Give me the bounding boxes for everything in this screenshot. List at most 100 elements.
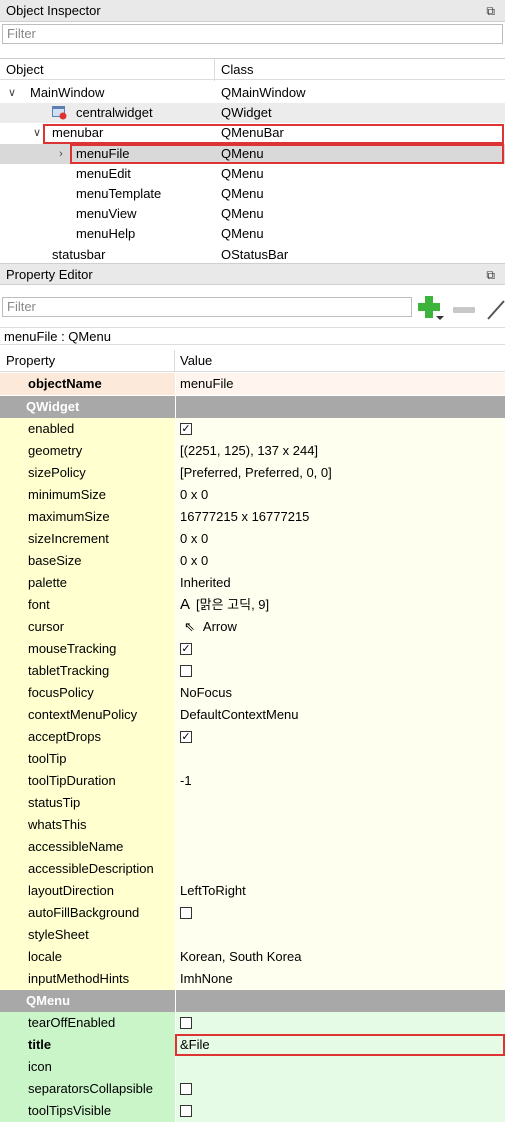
tree-row-mainwindow[interactable]: ∨ MainWindow QMainWindow xyxy=(0,83,505,103)
property-value[interactable] xyxy=(175,924,505,946)
prop-row-font[interactable]: ›fontA[맑은 고딕, 9] xyxy=(0,594,505,616)
prop-row-icon[interactable]: ›icon xyxy=(0,1056,505,1078)
property-name: whatsThis xyxy=(0,814,175,836)
prop-row-tooltip[interactable]: ›toolTip xyxy=(0,748,505,770)
prop-row-tooltipsvisible[interactable]: toolTipsVisible xyxy=(0,1100,505,1122)
property-value[interactable] xyxy=(175,792,505,814)
property-value[interactable]: ✓ xyxy=(175,638,505,660)
prop-row-separatorscollapsible[interactable]: separatorsCollapsible xyxy=(0,1078,505,1100)
property-value[interactable] xyxy=(175,902,505,924)
property-value[interactable] xyxy=(175,748,505,770)
prop-row-tablettracking[interactable]: tabletTracking xyxy=(0,660,505,682)
object-tree-header: Object Class xyxy=(0,58,505,81)
property-name: contextMenuPolicy xyxy=(0,704,175,726)
property-value[interactable]: 0 x 0 xyxy=(175,550,505,572)
property-value[interactable]: 0 x 0 xyxy=(175,528,505,550)
property-value[interactable]: 0 x 0 xyxy=(175,484,505,506)
prop-row-enabled[interactable]: enabled ✓ xyxy=(0,418,505,440)
checkbox-checked-icon[interactable]: ✓ xyxy=(180,642,192,655)
prop-row-tearoffenabled[interactable]: tearOffEnabled xyxy=(0,1012,505,1034)
property-value[interactable]: [(2251, 125), 137 x 244] xyxy=(175,440,505,462)
tree-row-menuedit[interactable]: menuEdit QMenu xyxy=(0,164,505,184)
property-value[interactable] xyxy=(175,1078,505,1100)
tree-row-statusbar[interactable]: statusbar QStatusBar xyxy=(0,245,505,259)
col-property-header[interactable]: Property xyxy=(6,350,55,372)
property-value[interactable]: NoFocus xyxy=(175,682,505,704)
property-value[interactable]: -1 xyxy=(175,770,505,792)
property-value[interactable] xyxy=(175,1056,505,1078)
property-value[interactable] xyxy=(175,814,505,836)
prop-row-autofillbackground[interactable]: autoFillBackground xyxy=(0,902,505,924)
prop-row-tooltipduration[interactable]: toolTipDuration -1 xyxy=(0,770,505,792)
add-property-button[interactable] xyxy=(416,294,446,322)
prop-row-objectname[interactable]: objectName menuFile xyxy=(0,373,505,395)
prop-row-accessibledescription[interactable]: ›accessibleDescription xyxy=(0,858,505,880)
property-value[interactable]: 16777215 x 16777215 xyxy=(175,506,505,528)
prop-row-layoutdirection[interactable]: layoutDirection LeftToRight xyxy=(0,880,505,902)
wrench-icon[interactable] xyxy=(484,297,505,321)
prop-row-geometry[interactable]: ›geometry[(2251, 125), 137 x 244] xyxy=(0,440,505,462)
checkbox-icon[interactable] xyxy=(180,664,192,677)
property-value[interactable]: ImhNone xyxy=(175,968,505,990)
property-value[interactable]: ✓ xyxy=(175,418,505,440)
property-value[interactable]: [Preferred, Preferred, 0, 0] xyxy=(175,462,505,484)
checkbox-icon[interactable] xyxy=(180,1082,192,1095)
prop-row-inputmethodhints[interactable]: ›inputMethodHintsImhNone xyxy=(0,968,505,990)
prop-row-sizepolicy[interactable]: ›sizePolicy[Preferred, Preferred, 0, 0] xyxy=(0,462,505,484)
object-filter-input[interactable]: Filter xyxy=(2,24,503,44)
prop-row-minimumsize[interactable]: ›minimumSize0 x 0 xyxy=(0,484,505,506)
chevron-down-icon[interactable]: ∨ xyxy=(30,123,44,143)
tree-row-menuview[interactable]: menuView QMenu xyxy=(0,204,505,224)
tree-row-menutemplate[interactable]: menuTemplate QMenu xyxy=(0,184,505,204)
property-value[interactable]: ✓ xyxy=(175,726,505,748)
prop-row-focuspolicy[interactable]: focusPolicy NoFocus xyxy=(0,682,505,704)
prop-row-statustip[interactable]: ›statusTip xyxy=(0,792,505,814)
property-value[interactable] xyxy=(175,1012,505,1034)
checkbox-checked-icon[interactable]: ✓ xyxy=(180,422,192,435)
col-value-header[interactable]: Value xyxy=(180,350,212,372)
undock-icon[interactable]: ⧉ xyxy=(486,0,495,22)
prop-row-whatsthis[interactable]: ›whatsThis xyxy=(0,814,505,836)
property-value[interactable]: A [맑은 고딕, 9] xyxy=(175,594,505,616)
prop-row-palette[interactable]: palette Inherited xyxy=(0,572,505,594)
prop-row-locale[interactable]: ›localeKorean, South Korea xyxy=(0,946,505,968)
tree-row-centralwidget[interactable]: centralwidget QWidget xyxy=(0,103,505,123)
prop-row-sizeincrement[interactable]: ›sizeIncrement0 x 0 xyxy=(0,528,505,550)
property-value[interactable] xyxy=(175,836,505,858)
tree-row-menuhelp[interactable]: menuHelp QMenu xyxy=(0,224,505,244)
property-filter-input[interactable]: Filter xyxy=(2,297,412,317)
remove-property-button[interactable] xyxy=(453,307,475,313)
prop-row-acceptdrops[interactable]: acceptDrops ✓ xyxy=(0,726,505,748)
prop-row-basesize[interactable]: ›baseSize0 x 0 xyxy=(0,550,505,572)
chevron-right-icon[interactable]: › xyxy=(54,144,68,164)
group-qmenu[interactable]: ∨ QMenu xyxy=(0,990,505,1012)
property-name: styleSheet xyxy=(0,924,175,946)
chevron-down-icon[interactable]: ∨ xyxy=(5,83,19,103)
col-class-header[interactable]: Class xyxy=(221,59,254,81)
property-name: autoFillBackground xyxy=(0,902,175,924)
prop-row-maximumsize[interactable]: ›maximumSize16777215 x 16777215 xyxy=(0,506,505,528)
group-qwidget[interactable]: ∨ QWidget xyxy=(0,396,505,418)
checkbox-icon[interactable] xyxy=(180,1016,192,1029)
prop-row-stylesheet[interactable]: styleSheet xyxy=(0,924,505,946)
font-icon: A xyxy=(180,596,191,613)
property-value[interactable] xyxy=(175,660,505,682)
checkbox-icon[interactable] xyxy=(180,906,192,919)
prop-row-accessiblename[interactable]: ›accessibleName xyxy=(0,836,505,858)
checkbox-icon[interactable] xyxy=(180,1104,192,1117)
property-value[interactable]: LeftToRight xyxy=(175,880,505,902)
property-value[interactable] xyxy=(175,858,505,880)
property-value[interactable] xyxy=(175,1100,505,1122)
checkbox-checked-icon[interactable]: ✓ xyxy=(180,730,192,743)
prop-row-mousetracking[interactable]: mouseTracking ✓ xyxy=(0,638,505,660)
col-object-header[interactable]: Object xyxy=(6,59,44,81)
property-value[interactable]: Korean, South Korea xyxy=(175,946,505,968)
property-name: inputMethodHints xyxy=(0,968,175,990)
prop-row-cursor[interactable]: cursor ⇖ Arrow xyxy=(0,616,505,638)
property-value[interactable]: ⇖ Arrow xyxy=(175,616,505,638)
undock-icon[interactable]: ⧉ xyxy=(486,264,495,286)
property-value[interactable]: DefaultContextMenu xyxy=(175,704,505,726)
prop-row-contextmenupolicy[interactable]: contextMenuPolicy DefaultContextMenu xyxy=(0,704,505,726)
property-value[interactable]: Inherited xyxy=(175,572,505,594)
object-inspector-title: Object Inspector xyxy=(6,3,101,18)
